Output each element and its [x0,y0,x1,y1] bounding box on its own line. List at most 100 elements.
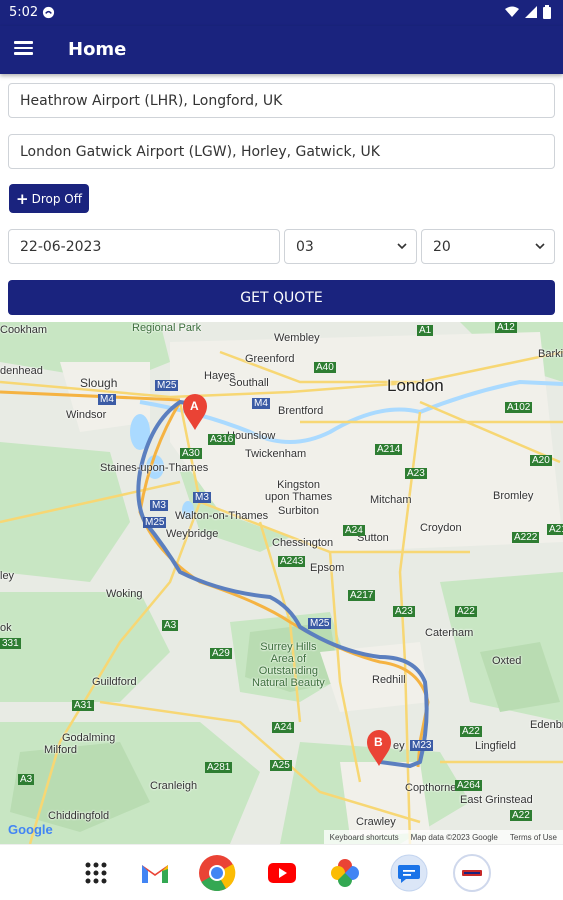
map-label-maidenhead: denhead [0,365,43,377]
road-label-m4: M4 [98,394,116,405]
road-label-a20: A20 [530,455,552,466]
pickup-location-input[interactable]: Heathrow Airport (LHR), Longford, UK [8,83,555,118]
map-label-kingston: Kingston upon Thames [265,479,333,503]
road-label-m25: M25 [143,517,167,528]
gmail-icon[interactable] [135,853,175,893]
route-map[interactable]: A B Cookham Regional Park Wembley Barki … [0,322,563,844]
road-label-a331: 331 [0,638,21,649]
road-label-a217: A217 [348,590,376,601]
status-bar: 5:02 [0,0,563,26]
road-label-a23: A23 [393,606,415,617]
map-label-weybridge: Weybridge [166,528,219,540]
road-label-a22: A22 [510,810,532,821]
map-label-bromley: Bromley [493,490,534,502]
road-label-a24: A24 [272,722,294,733]
road-label-m25: M25 [155,380,179,391]
map-label-surrey-hills: Surrey Hills Area of Outstanding Natural… [252,641,325,689]
map-label-twickenham: Twickenham [245,448,307,460]
terms-link[interactable]: Terms of Use [510,833,557,842]
app-bar: Home [0,26,563,74]
map-label-london: London [387,376,444,395]
apps-icon[interactable] [76,853,116,893]
map-label-chiddingfold: Chiddingfold [48,810,110,822]
map-label-surbiton: Surbiton [278,505,319,517]
road-label-m3: M3 [150,500,168,511]
hamburger-icon [14,41,33,44]
map-label-windsor: Windsor [66,409,107,421]
road-label-a31: A31 [72,700,94,711]
company-logo-icon[interactable] [452,853,492,893]
map-label-croydon: Croydon [420,522,462,534]
chrome-icon[interactable] [197,853,237,893]
road-label-a22: A22 [455,606,477,617]
add-dropoff-label: Drop Off [31,191,82,206]
map-label-staines: Staines-upon-Thames [100,462,209,474]
road-label-a22: A22 [460,726,482,737]
hour-value: 03 [296,238,314,255]
road-label-a30: A30 [180,448,202,459]
road-label-m4: M4 [252,398,270,409]
chevron-down-icon [535,243,545,250]
road-label-a281: A281 [205,762,233,773]
notification-icon [42,6,55,19]
map-label-chessington: Chessington [272,537,334,549]
map-label-brentford: Brentford [278,405,324,417]
map-label-lingfield: Lingfield [475,740,516,752]
map-label-ok: ok [0,622,12,634]
marker-b-label: B [374,735,383,749]
map-label-crawley: Crawley [356,816,396,828]
road-label-a25: A25 [270,760,292,771]
map-label-milford: Milford [44,744,78,756]
road-label-a21: A21 [547,524,563,535]
road-label-a243: A243 [278,556,306,567]
map-label-ley: ley [0,570,15,582]
battery-icon [543,5,551,19]
map-data-attribution: Map data ©2023 Google [410,832,498,842]
photos-icon[interactable] [325,853,365,893]
map-label-guildford: Guildford [92,676,137,688]
minute-select[interactable]: 20 [421,229,555,264]
map-label-woking: Woking [106,588,143,600]
menu-button[interactable] [14,38,40,62]
map-label-east-grinstead: East Grinstead [460,794,533,806]
road-label-a3: A3 [162,620,179,631]
youtube-icon[interactable] [262,853,302,893]
add-dropoff-button[interactable]: + Drop Off [9,184,89,213]
map-label-epsom: Epsom [310,562,345,574]
messages-icon[interactable] [389,853,429,893]
map-label-horley: ey [393,740,405,752]
hour-select[interactable]: 03 [284,229,417,264]
road-label-a316: A316 [208,434,236,445]
road-label-a23: A23 [405,468,427,479]
map-label-slough: Slough [80,376,118,390]
map-label-cookham: Cookham [0,324,48,336]
date-input[interactable]: 22-06-2023 [8,229,280,264]
get-quote-button[interactable]: GET QUOTE [8,280,555,315]
map-label-greenford: Greenford [245,353,295,365]
map-label-mitcham: Mitcham [370,494,412,506]
minute-value: 20 [433,238,451,255]
map-label-regional-park: Regional Park [132,322,202,334]
map-label-wembley: Wembley [274,332,320,344]
road-label-a214: A214 [375,444,403,455]
map-label-godalming: Godalming [62,732,116,744]
road-label-m3: M3 [193,492,211,503]
road-label-m23: M23 [410,740,434,751]
map-label-barking: Barki [538,348,563,360]
road-label-a40: A40 [314,362,336,373]
status-time: 5:02 [9,5,39,20]
road-label-a12: A12 [495,322,517,333]
road-label-a102: A102 [505,402,533,413]
map-label-cranleigh: Cranleigh [150,780,198,792]
keyboard-shortcuts-link[interactable]: Keyboard shortcuts [330,833,399,842]
map-footer: Keyboard shortcuts Map data ©2023 Google… [323,830,563,844]
road-label-a222: A222 [512,532,540,543]
map-label-edenbridge: Edenbri [530,719,563,731]
dropoff-location-input[interactable]: London Gatwick Airport (LGW), Horley, Ga… [8,134,555,169]
plus-icon: + [16,189,29,208]
road-label-m25: M25 [308,618,332,629]
wifi-icon [505,6,519,17]
page-title: Home [68,39,127,60]
marker-a-label: A [190,399,199,413]
map-label-redhill: Redhill [372,674,406,686]
